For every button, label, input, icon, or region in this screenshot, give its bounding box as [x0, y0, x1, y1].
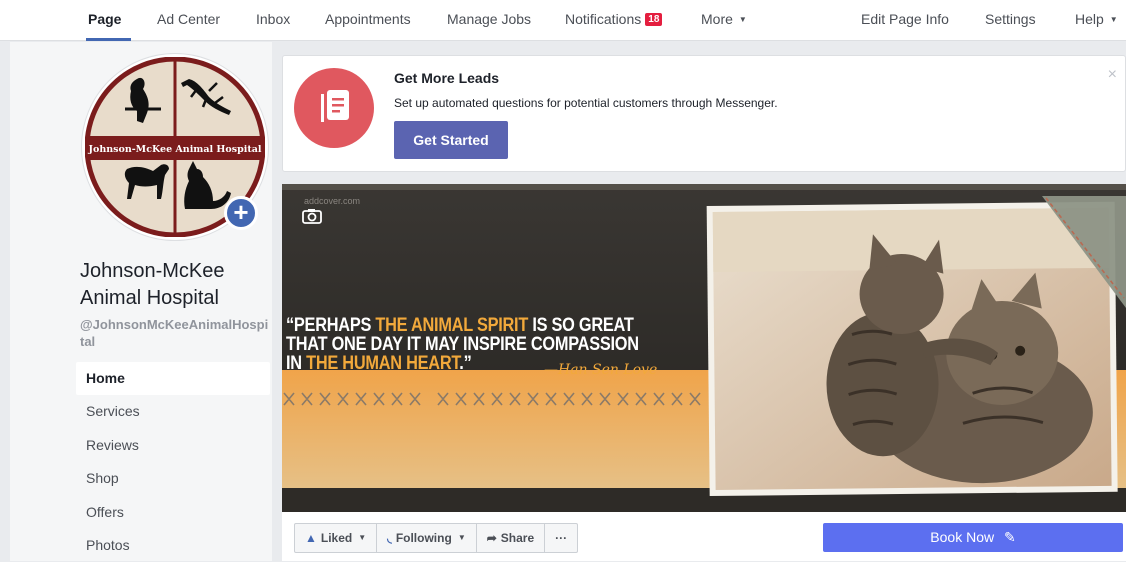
form-icon	[321, 90, 349, 122]
close-icon[interactable]: ×	[1108, 66, 1117, 84]
add-photo-button[interactable]: +	[224, 196, 258, 230]
tab-more-label: More	[701, 11, 733, 27]
page-title: Johnson-McKee Animal Hospital	[80, 260, 225, 309]
liked-button[interactable]: ▲ Liked ▼	[295, 524, 378, 552]
page-action-buttons: ▲ Liked ▼ ◟ Following ▼ ➦ Share ···	[294, 523, 579, 553]
quote-text-1: “PERHAPS	[286, 315, 376, 336]
leads-description: Set up automated questions for potential…	[394, 96, 778, 110]
camera-icon[interactable]	[302, 208, 322, 229]
share-arrow-icon: ➦	[486, 531, 497, 545]
caret-down-icon: ▼	[738, 15, 747, 24]
leads-icon	[294, 68, 374, 148]
sidebar-item-offers[interactable]: Offers	[76, 496, 270, 529]
cover-photo[interactable]: addcover.com “PERHAPS THE ANIMAL SPIRIT …	[282, 184, 1126, 512]
caret-down-icon: ▼	[358, 533, 367, 542]
kitten-photo	[706, 201, 1118, 497]
help-menu[interactable]: Help ▼	[1075, 11, 1118, 27]
share-label: Share	[500, 531, 535, 545]
left-column: Johnson-McKee Animal Hospital + Johnson-…	[10, 42, 272, 561]
settings-link[interactable]: Settings	[985, 11, 1036, 27]
leads-title: Get More Leads	[394, 70, 500, 86]
get-more-leads-card: Get More Leads Set up automated question…	[282, 55, 1126, 172]
tab-notifications[interactable]: Notifications 18	[565, 11, 663, 27]
following-button[interactable]: ◟ Following ▼	[377, 524, 477, 552]
book-now-button[interactable]: Book Now ✎	[823, 523, 1123, 552]
liked-label: Liked	[320, 531, 353, 545]
sidebar-item-reviews[interactable]: Reviews	[76, 429, 270, 462]
help-label: Help	[1075, 11, 1104, 27]
rss-icon: ◟	[387, 531, 392, 545]
quote-text-3: .”	[459, 353, 472, 374]
tab-appointments[interactable]: Appointments	[325, 11, 411, 27]
thumbs-up-icon: ▲	[305, 531, 317, 545]
page-action-bar: ▲ Liked ▼ ◟ Following ▼ ➦ Share ··· Book Now …	[282, 512, 1126, 561]
tab-page[interactable]: Page	[88, 11, 121, 27]
quote-author: —Han Sen Love	[544, 362, 658, 378]
logo-text: Johnson-McKee Animal Hospital	[88, 144, 262, 155]
page-top-nav: Page Ad Center Inbox Appointments Manage…	[0, 0, 1126, 41]
active-tab-indicator	[86, 38, 131, 41]
caret-down-icon: ▼	[457, 533, 466, 542]
sidebar-item-services[interactable]: Services	[76, 395, 270, 428]
following-label: Following	[395, 531, 452, 545]
sidebar-item-shop[interactable]: Shop	[76, 462, 270, 495]
get-started-button[interactable]: Get Started	[394, 121, 508, 159]
more-options-button[interactable]: ···	[545, 524, 577, 552]
quote-highlight-1: THE ANIMAL SPIRIT	[375, 315, 529, 336]
sidebar-item-home[interactable]: Home	[76, 362, 270, 396]
tab-inbox[interactable]: Inbox	[256, 11, 290, 27]
tab-notifications-label: Notifications	[565, 11, 642, 27]
share-button[interactable]: ➦ Share	[477, 524, 546, 552]
sidebar-nav: Home Services Reviews Shop Offers Photos	[76, 362, 270, 562]
quote-highlight-2: THE HUMAN HEART	[306, 353, 460, 374]
cover-watermark: addcover.com	[304, 196, 361, 206]
tab-ad-center[interactable]: Ad Center	[157, 11, 220, 27]
tab-manage-jobs[interactable]: Manage Jobs	[447, 11, 531, 27]
caret-down-icon: ▼	[1109, 15, 1118, 24]
sidebar-item-photos[interactable]: Photos	[76, 529, 270, 562]
notifications-count-badge: 18	[645, 13, 663, 26]
tab-more[interactable]: More ▼	[701, 11, 747, 27]
pencil-icon: ✎	[1003, 529, 1016, 545]
edit-page-info-link[interactable]: Edit Page Info	[861, 11, 949, 27]
page-username[interactable]: @JohnsonMcKeeAnimalHospital	[80, 316, 270, 350]
book-now-label: Book Now	[930, 529, 995, 545]
